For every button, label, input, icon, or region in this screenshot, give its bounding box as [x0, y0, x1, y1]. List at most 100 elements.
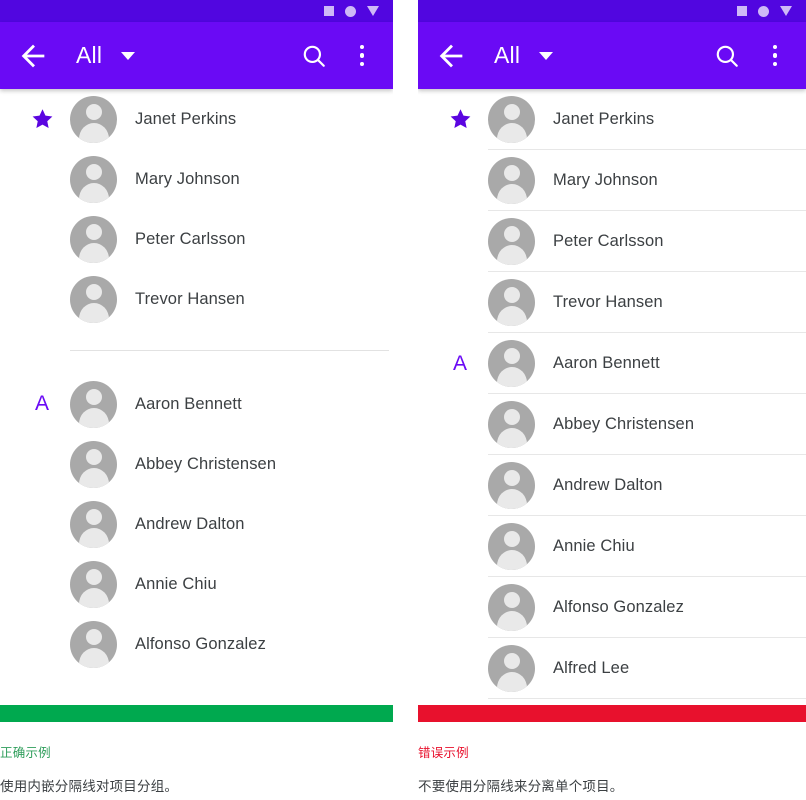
more-vert-icon[interactable]	[762, 41, 788, 71]
contact-name: Annie Chiu	[135, 574, 217, 593]
avatar-head	[503, 592, 520, 608]
search-icon[interactable]	[301, 43, 327, 69]
star-glyph	[450, 109, 470, 129]
avatar-body	[496, 428, 527, 448]
chevron-down-icon[interactable]	[539, 51, 554, 60]
search-icon[interactable]	[714, 43, 740, 69]
caption-description: 使用内嵌分隔线对项目分组。	[0, 779, 179, 794]
contact-name: Abbey Christensen	[135, 454, 277, 473]
section-letter-a: A	[452, 351, 467, 375]
contact-name: Peter Carlsson	[135, 229, 246, 248]
avatar-head	[85, 568, 102, 585]
contact-name: Alfonso Gonzalez	[135, 634, 266, 653]
contact-list-incorrect: Janet Perkins Mary Johnson Peter Carlsso…	[418, 89, 806, 699]
list-item[interactable]: Mary Johnson	[418, 150, 806, 211]
contact-name: Janet Perkins	[553, 110, 655, 128]
avatar	[70, 215, 117, 263]
correct-example-panel: All Janet Perkins Mary Johnson Peter Car…	[0, 0, 393, 800]
avatar-body	[496, 550, 527, 570]
list-item[interactable]: A Aaron Bennett	[418, 333, 806, 394]
avatar-head	[85, 448, 102, 465]
list-item[interactable]: A Aaron Bennett	[0, 374, 393, 434]
circle-icon	[758, 5, 769, 17]
list-item[interactable]: Alfonso Gonzalez	[418, 577, 806, 638]
app-bar-title: All	[76, 42, 103, 68]
avatar-body	[78, 182, 109, 203]
avatar-body	[78, 467, 109, 488]
avatar-head	[85, 283, 102, 300]
caption-label: 错误示例	[418, 746, 469, 760]
avatar-head	[503, 531, 520, 547]
caption-incorrect: 错误示例 不要使用分隔线来分离单个项目。	[418, 705, 806, 795]
avatar-head	[503, 470, 520, 486]
list-item[interactable]: Trevor Hansen	[0, 269, 393, 329]
contact-name: Alfred Lee	[553, 659, 630, 677]
list-item[interactable]: Janet Perkins	[0, 89, 393, 149]
status-bar-good	[0, 705, 393, 722]
app-bar: All	[418, 22, 806, 89]
avatar	[70, 275, 117, 323]
avatar	[70, 500, 117, 548]
list-item[interactable]: Abbey Christensen	[418, 394, 806, 455]
incorrect-example-panel: All Janet Perkins Mary Johnson Peter Car…	[418, 0, 806, 800]
contact-name: Peter Carlsson	[553, 232, 664, 250]
avatar-body	[78, 527, 109, 548]
avatar	[70, 560, 117, 608]
arrow-back-icon[interactable]	[434, 39, 468, 73]
app-bar: All	[0, 22, 393, 89]
avatar	[488, 340, 535, 387]
avatar-body	[78, 647, 109, 668]
arrow-back-icon[interactable]	[16, 39, 50, 73]
list-item[interactable]: Alfonso Gonzalez	[0, 614, 393, 674]
avatar-body	[78, 302, 109, 323]
avatar-head	[85, 388, 102, 405]
caption-description: 不要使用分隔线来分离单个项目。	[418, 779, 624, 794]
avatar-body	[78, 587, 109, 608]
list-item[interactable]: Alfred Lee	[418, 638, 806, 699]
section-letter-a: A	[34, 392, 49, 415]
avatar	[488, 584, 535, 631]
item-divider	[488, 698, 806, 699]
list-item[interactable]: Janet Perkins	[418, 89, 806, 150]
avatar-body	[78, 242, 109, 263]
contact-name: Janet Perkins	[135, 109, 237, 128]
contact-name: Mary Johnson	[553, 171, 658, 189]
avatar-body	[496, 245, 527, 265]
avatar-head	[503, 409, 520, 425]
caption-label: 正确示例	[0, 746, 51, 760]
list-item[interactable]: Annie Chiu	[0, 554, 393, 614]
group-spacing	[0, 329, 393, 350]
avatar	[488, 462, 535, 509]
list-item[interactable]: Peter Carlsson	[418, 211, 806, 272]
avatar	[488, 523, 535, 570]
chevron-down-icon[interactable]	[121, 51, 136, 60]
contact-list-correct: Janet Perkins Mary Johnson Peter Carlsso…	[0, 89, 393, 674]
dot	[359, 53, 365, 58]
more-vert-icon[interactable]	[349, 41, 375, 71]
list-item[interactable]: Andrew Dalton	[0, 494, 393, 554]
caption-correct: 正确示例 使用内嵌分隔线对项目分组。	[0, 705, 393, 795]
list-item[interactable]: Mary Johnson	[0, 149, 393, 209]
list-item[interactable]: Annie Chiu	[418, 516, 806, 577]
dot	[772, 61, 778, 67]
avatar-head	[503, 348, 520, 364]
avatar	[70, 380, 117, 428]
dot	[359, 61, 365, 67]
triangle-down-icon	[367, 6, 379, 16]
app-bar-title: All	[494, 42, 521, 68]
avatar	[70, 620, 117, 668]
avatar	[70, 440, 117, 488]
contact-name: Andrew Dalton	[135, 514, 245, 533]
status-bar	[418, 0, 806, 22]
avatar	[488, 279, 535, 326]
contact-name: Aaron Bennett	[135, 394, 242, 413]
list-item[interactable]: Andrew Dalton	[418, 455, 806, 516]
avatar	[488, 645, 535, 692]
list-item[interactable]: Trevor Hansen	[418, 272, 806, 333]
contact-name: Alfonso Gonzalez	[553, 598, 684, 616]
contact-name: Aaron Bennett	[553, 354, 660, 372]
list-item[interactable]: Peter Carlsson	[0, 209, 393, 269]
avatar-head	[85, 103, 102, 120]
list-item[interactable]: Abbey Christensen	[0, 434, 393, 494]
contact-name: Trevor Hansen	[135, 289, 245, 308]
